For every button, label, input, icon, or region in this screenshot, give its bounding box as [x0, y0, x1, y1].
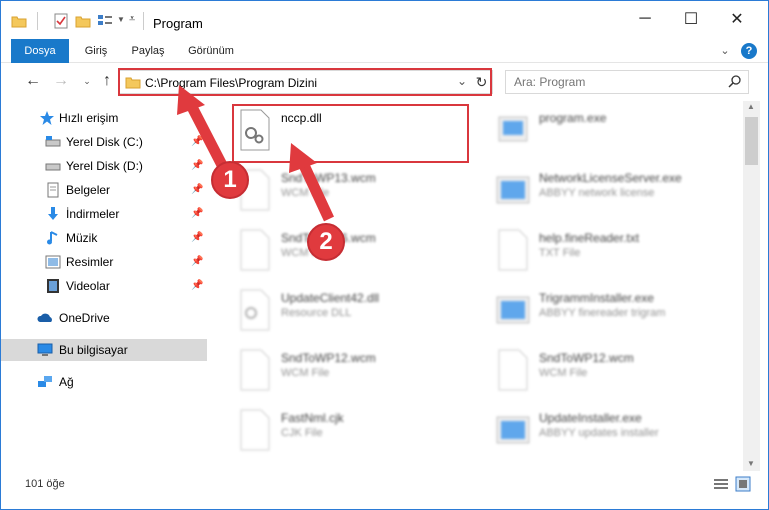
callout-step-1: 1 — [211, 161, 249, 199]
annotation-arrows — [177, 85, 334, 222]
callout-step-2: 2 — [307, 223, 345, 261]
explorer-window: ▼ ⩡ Program ─ ☐ ✕ Dosya Giriş Paylaş Gör… — [0, 0, 769, 510]
